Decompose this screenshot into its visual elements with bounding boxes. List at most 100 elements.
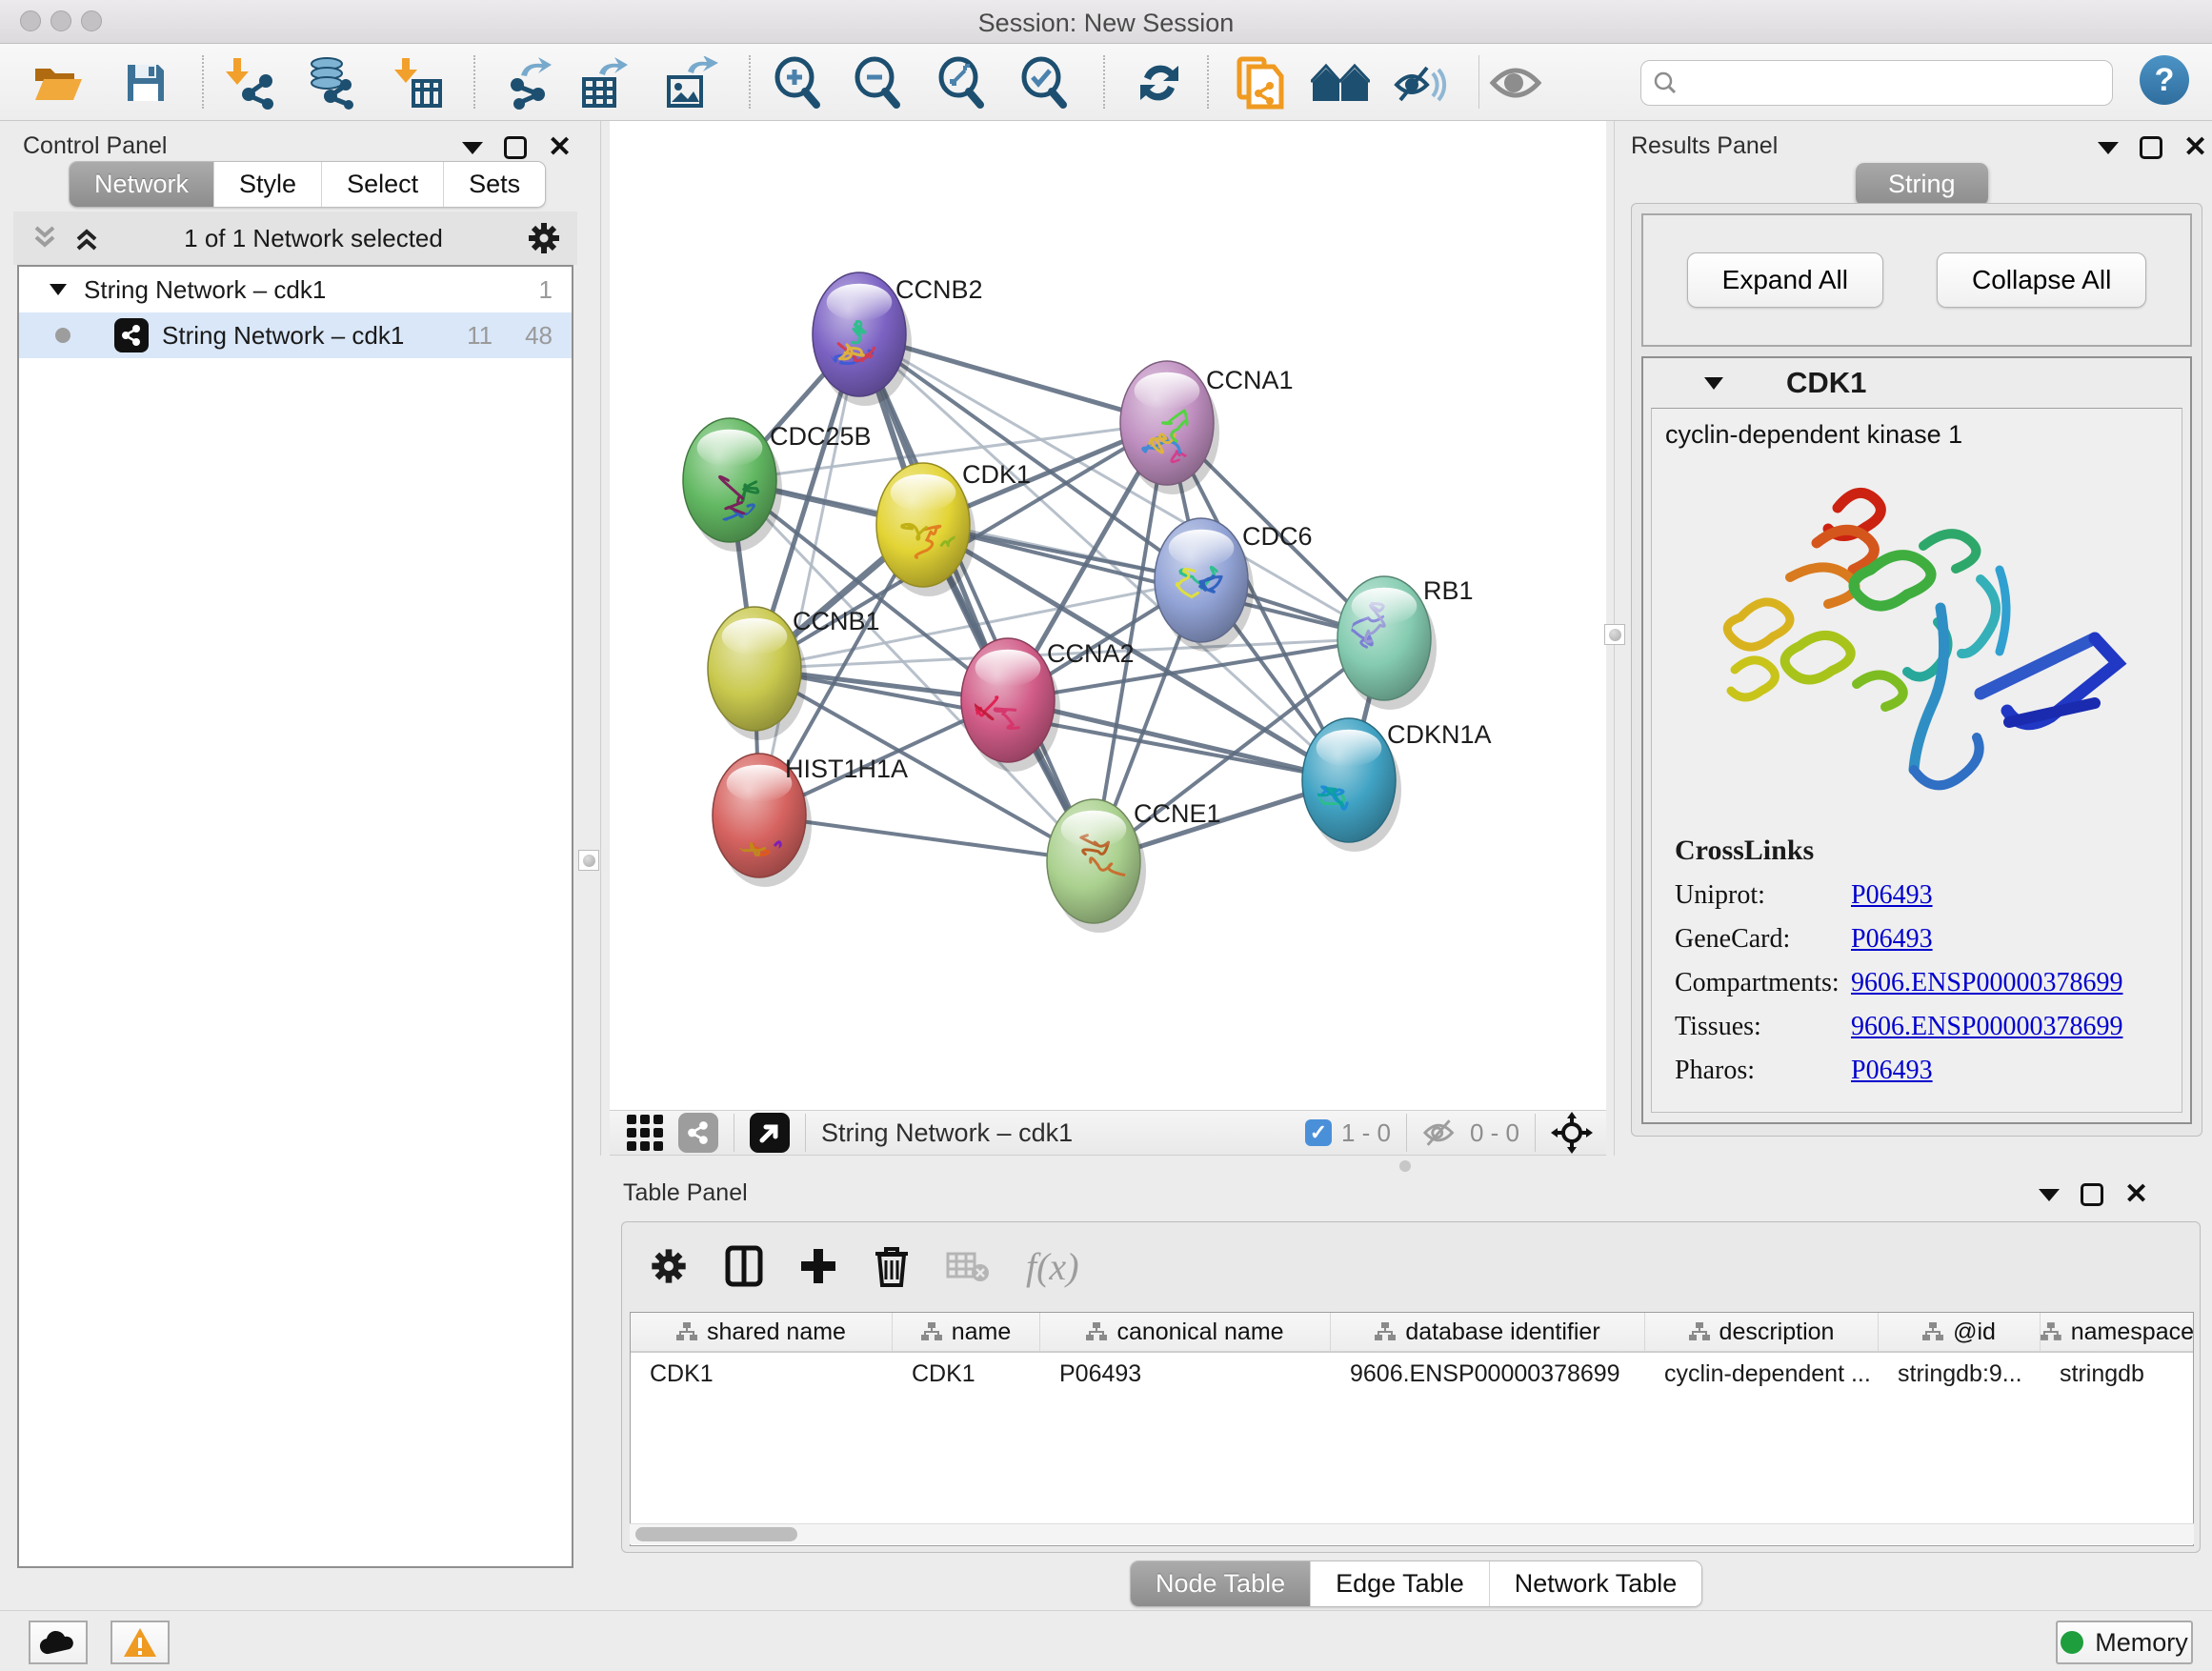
delete-column-icon[interactable] (874, 1245, 910, 1287)
crosslink-label: Tissues: (1675, 1012, 1851, 1042)
hide-panel-button[interactable] (1391, 53, 1450, 112)
zoom-fit-button[interactable] (932, 53, 991, 112)
refresh-view-button[interactable] (1130, 53, 1189, 112)
panel-menu-icon[interactable] (2039, 1189, 2060, 1201)
export-network-button[interactable] (499, 53, 558, 112)
gear-icon[interactable] (649, 1246, 689, 1286)
gear-icon[interactable] (526, 220, 562, 256)
collapse-all-icon[interactable] (30, 224, 59, 252)
network-node-cdkn1a[interactable] (1297, 718, 1402, 852)
panel-float-icon[interactable] (2081, 1183, 2103, 1206)
warning-status-button[interactable] (111, 1621, 170, 1664)
collapse-all-button[interactable]: Collapse All (1937, 252, 2146, 308)
table-cell[interactable]: stringdb (2041, 1360, 2194, 1388)
network-edge[interactable] (759, 334, 859, 815)
table-cell[interactable]: CDK1 (631, 1360, 893, 1388)
scrollbar-thumb[interactable] (635, 1527, 797, 1541)
add-column-icon[interactable] (799, 1247, 837, 1285)
show-columns-icon[interactable] (725, 1245, 763, 1287)
table-cell[interactable]: 9606.ENSP00000378699 (1331, 1360, 1645, 1388)
network-collection-row[interactable]: String Network – cdk1 1 (19, 267, 572, 312)
open-session-button[interactable] (29, 53, 88, 112)
column-header-shared-name[interactable]: shared name (631, 1313, 893, 1351)
search-input[interactable] (1685, 70, 2095, 96)
network-node-cdc6[interactable] (1155, 518, 1254, 652)
export-table-button[interactable] (573, 53, 633, 112)
help-button[interactable]: ? (2140, 55, 2189, 105)
panel-menu-icon[interactable] (462, 142, 483, 154)
crosslink-link[interactable]: 9606.ENSP00000378699 (1851, 1012, 2122, 1042)
panel-float-icon[interactable] (2140, 136, 2162, 159)
tab-network[interactable]: Network (70, 162, 214, 207)
import-network-button[interactable] (221, 53, 280, 112)
network-node-ccne1[interactable] (1047, 799, 1146, 933)
panel-close-icon[interactable]: ✕ (2124, 1183, 2148, 1206)
memory-label: Memory (2095, 1628, 2188, 1658)
zoom-out-button[interactable] (848, 53, 907, 112)
column-header-namespace[interactable]: namespace (2041, 1313, 2194, 1351)
panel-close-icon[interactable]: ✕ (548, 136, 572, 159)
network-node-rb1[interactable] (1337, 576, 1437, 710)
detach-view-icon[interactable] (750, 1113, 790, 1153)
panel-menu-icon[interactable] (2098, 142, 2119, 154)
hidden-items-icon[interactable] (1422, 1117, 1460, 1149)
protein-section-header[interactable]: CDK1 (1643, 358, 2190, 408)
tab-string[interactable]: String (1856, 163, 1988, 206)
column-header-name[interactable]: name (893, 1313, 1040, 1351)
network-view-title: String Network – cdk1 (821, 1118, 1073, 1148)
column-header-canonical-name[interactable]: canonical name (1040, 1313, 1331, 1351)
import-table-button[interactable] (386, 53, 445, 112)
table-panel: Table Panel ✕ f (610, 1172, 2212, 1615)
node-table[interactable]: shared namenamecanonical namedatabase id… (630, 1312, 2194, 1546)
tab-sets[interactable]: Sets (444, 162, 545, 207)
crosslink-link[interactable]: P06493 (1851, 880, 1933, 911)
tab-select[interactable]: Select (322, 162, 444, 207)
table-cell[interactable]: CDK1 (893, 1360, 1040, 1388)
import-network-from-database-button[interactable] (301, 53, 360, 112)
tab-style[interactable]: Style (214, 162, 322, 207)
section-expander-icon[interactable] (1702, 375, 1725, 392)
grid-view-icon[interactable] (623, 1111, 667, 1155)
home-button[interactable] (1311, 53, 1370, 112)
column-header-description[interactable]: description (1645, 1313, 1879, 1351)
expand-all-button[interactable]: Expand All (1687, 252, 1883, 308)
column-header-database-identifier[interactable]: database identifier (1331, 1313, 1645, 1351)
string-network-graph[interactable]: CCNB2CCNA1CDC25BCDK1CDC6RB1CCNB1CCNA2CDK… (610, 121, 1606, 1110)
selected-nodes-checkbox[interactable]: ✓ (1305, 1119, 1332, 1146)
save-session-button[interactable] (116, 53, 175, 112)
tab-edge-table[interactable]: Edge Table (1311, 1561, 1490, 1606)
toolbar-separator (1535, 1114, 1536, 1152)
birds-eye-view-icon[interactable] (1551, 1112, 1593, 1154)
export-image-button[interactable] (661, 53, 720, 112)
zoom-in-button[interactable] (768, 53, 827, 112)
network-row[interactable]: String Network – cdk1 11 48 (19, 312, 572, 358)
zoom-selected-button[interactable] (1015, 53, 1074, 112)
table-cell[interactable]: P06493 (1040, 1360, 1331, 1388)
crosslink-link[interactable]: P06493 (1851, 924, 1933, 955)
memory-button[interactable]: Memory (2056, 1621, 2193, 1664)
table-cell[interactable]: stringdb:9... (1879, 1360, 2041, 1388)
clone-network-button[interactable] (1231, 53, 1290, 112)
panel-float-icon[interactable] (504, 136, 527, 159)
expand-all-icon[interactable] (72, 224, 101, 252)
table-row[interactable]: CDK1CDK1P064939606.ENSP00000378699cyclin… (631, 1353, 2193, 1395)
tab-node-table[interactable]: Node Table (1131, 1561, 1311, 1606)
cloud-status-button[interactable] (29, 1621, 88, 1664)
tree-expander-icon[interactable] (48, 282, 69, 297)
save-icon (124, 61, 168, 105)
horizontal-splitter-handle[interactable] (1399, 1160, 1411, 1172)
search-box[interactable] (1640, 60, 2113, 106)
network-canvas[interactable]: CCNB2CCNA1CDC25BCDK1CDC6RB1CCNB1CCNA2CDK… (610, 121, 1606, 1110)
column-header-id[interactable]: @id (1879, 1313, 2041, 1351)
search-icon (1653, 70, 1678, 95)
panel-divider[interactable] (600, 121, 601, 1156)
table-cell[interactable]: cyclin-dependent ... (1645, 1360, 1879, 1388)
left-divider-handle[interactable] (578, 850, 599, 871)
panel-close-icon[interactable]: ✕ (2183, 136, 2207, 159)
table-horizontal-scrollbar[interactable] (630, 1523, 2194, 1544)
crosslink-link[interactable]: 9606.ENSP00000378699 (1851, 968, 2122, 998)
show-panel-button[interactable] (1486, 53, 1545, 112)
network-view-icon[interactable] (678, 1113, 718, 1153)
crosslink-link[interactable]: P06493 (1851, 1056, 1933, 1086)
tab-network-table[interactable]: Network Table (1490, 1561, 1702, 1606)
